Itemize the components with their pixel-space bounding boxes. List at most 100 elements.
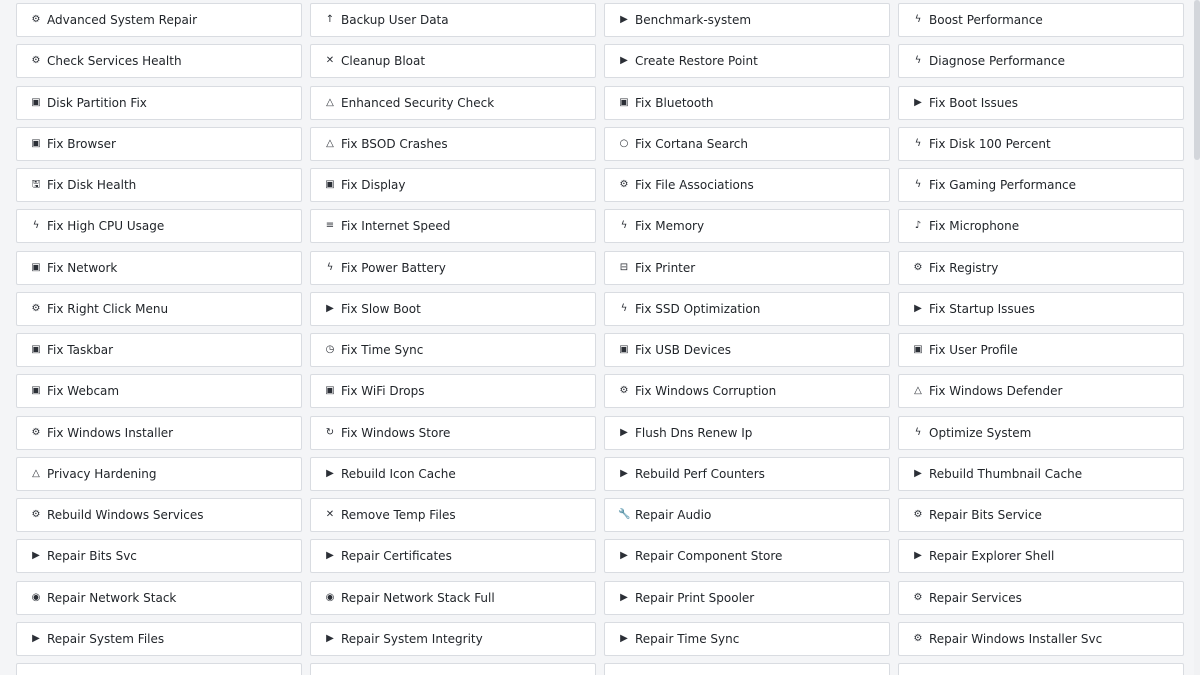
tool-button[interactable]: ▶ Repair Certificates (310, 539, 596, 574)
window-icon: ▣ (31, 137, 41, 149)
tool-button[interactable]: ▶ Repair Component Store (604, 539, 890, 574)
lightning-icon: ϟ (32, 220, 40, 232)
gear-icon: ⚙ (31, 509, 41, 520)
tool-button[interactable]: ϟ Optimize System (898, 415, 1184, 450)
gear-icon: ⚙ (31, 14, 41, 25)
window-icon: ▣ (619, 96, 629, 108)
tool-button[interactable]: ▶ Rebuild Icon Cache (310, 456, 596, 491)
tool-button[interactable]: ⚙ Fix Registry (898, 250, 1184, 285)
tool-button[interactable]: ◉ Repair Network Stack (16, 580, 302, 615)
tool-button[interactable]: ⚙ Repair Services (898, 580, 1184, 615)
tool-button[interactable]: ▶ Repair Time Sync (604, 621, 890, 656)
tool-button-label: Backup User Data (341, 13, 449, 27)
tool-button[interactable]: ▣ Fix Taskbar (16, 333, 302, 367)
tool-button-label: Fix WiFi Drops (341, 384, 425, 399)
tool-button-label: Repair Services (929, 590, 1022, 605)
tool-button[interactable]: ▣ Fix Webcam (16, 374, 302, 409)
tool-button-label: Repair Component Store (635, 549, 783, 564)
tool-button[interactable]: ▣ Fix Bluetooth (604, 85, 890, 120)
wrench-icon: 🔧 (618, 509, 631, 520)
tool-button[interactable]: ϟ Diagnose Performance (898, 44, 1184, 79)
tool-button[interactable] (604, 663, 890, 675)
tool-button[interactable]: ▶ Rebuild Thumbnail Cache (898, 456, 1184, 491)
lightning-icon: ϟ (620, 220, 628, 232)
tool-button[interactable]: ▣ Fix Display (310, 168, 596, 202)
tool-button[interactable]: ϟ Fix High CPU Usage (16, 209, 302, 244)
tool-button-label: Fix Printer (635, 260, 696, 275)
tool-button[interactable]: 🖫 Fix Disk Health (16, 168, 302, 202)
tool-button[interactable]: ▶ Fix Boot Issues (898, 85, 1184, 120)
tool-button[interactable]: ◷ Fix Time Sync (310, 333, 596, 367)
lightning-icon: ϟ (620, 302, 628, 314)
tool-button[interactable]: ϟ Fix Disk 100 Percent (898, 126, 1184, 161)
tool-button-label: Repair Bits Service (929, 508, 1042, 522)
tool-button[interactable]: ϟ Fix Memory (604, 209, 890, 244)
tool-button-label: Repair Time Sync (635, 631, 740, 646)
tool-button[interactable]: ▶ Flush Dns Renew Ip (604, 415, 890, 450)
tool-button[interactable]: ⊟ Fix Printer (604, 250, 890, 285)
tool-button-label: Create Restore Point (635, 54, 758, 69)
tool-button[interactable]: △ Privacy Hardening (16, 456, 302, 491)
tool-button[interactable]: ▶ Benchmark-system (604, 3, 890, 37)
tool-button[interactable]: ⚙ Advanced System Repair (16, 3, 302, 37)
window-icon: ▣ (913, 344, 923, 355)
tool-button[interactable]: ♪ Fix Microphone (898, 209, 1184, 244)
tool-button[interactable]: ▶ Create Restore Point (604, 44, 890, 79)
tool-button[interactable]: ⚙ Fix Windows Corruption (604, 374, 890, 409)
scrollbar-thumb[interactable] (1194, 0, 1200, 160)
tool-button[interactable]: ⚙ Fix Windows Installer (16, 415, 302, 450)
tool-button[interactable]: ▶ Fix Slow Boot (310, 291, 596, 326)
tool-button[interactable]: ▶ Rebuild Perf Counters (604, 456, 890, 491)
tool-button-label: Fix Network (47, 260, 118, 275)
tool-button-label: Optimize System (929, 425, 1032, 440)
tool-button[interactable]: △ Fix Windows Defender (898, 374, 1184, 409)
tool-button[interactable]: ↑ Backup User Data (310, 3, 596, 37)
tool-button[interactable]: ▣ Fix Browser (16, 126, 302, 161)
tool-button[interactable]: ⚙ Rebuild Windows Services (16, 498, 302, 532)
lightning-icon: ϟ (914, 55, 922, 67)
tool-button[interactable]: ▶ Fix Startup Issues (898, 291, 1184, 326)
tool-button[interactable]: △ Fix BSOD Crashes (310, 126, 596, 161)
play-icon: ▶ (620, 14, 628, 25)
tool-button[interactable]: ϟ Fix Power Battery (310, 250, 596, 285)
tool-button-label: Fix Windows Corruption (635, 384, 777, 399)
tool-button[interactable]: ▣ Fix User Profile (898, 333, 1184, 367)
tool-button[interactable] (16, 663, 302, 675)
tool-grid-scroll-view[interactable]: ⚙ Advanced System Repair ↑ Backup User Data… (0, 0, 1200, 675)
tool-button[interactable]: ▶ Repair Explorer Shell (898, 539, 1184, 574)
tool-button[interactable]: ✕ Cleanup Bloat (310, 44, 596, 79)
play-icon: ▶ (326, 632, 334, 644)
play-icon: ▶ (620, 632, 628, 644)
play-icon: ▶ (326, 550, 334, 562)
tool-button[interactable]: ✕ Remove Temp Files (310, 498, 596, 532)
tool-button-label: Fix Taskbar (47, 343, 114, 357)
warning-triangle-icon: △ (32, 467, 40, 479)
tool-button[interactable] (898, 663, 1184, 675)
tool-button[interactable]: 🔧 Repair Audio (604, 498, 890, 532)
tool-button[interactable]: ▶ Repair Print Spooler (604, 580, 890, 615)
tool-button[interactable]: ▣ Fix USB Devices (604, 333, 890, 367)
tool-button[interactable]: ▶ Repair System Integrity (310, 621, 596, 656)
tool-button[interactable]: ▶ Repair System Files (16, 621, 302, 656)
tool-button[interactable]: ○ Fix Cortana Search (604, 126, 890, 161)
tool-button[interactable]: ▣ Fix Network (16, 250, 302, 285)
tool-button[interactable]: ϟ Fix Gaming Performance (898, 168, 1184, 202)
tool-button[interactable] (310, 663, 596, 675)
tool-button[interactable]: △ Enhanced Security Check (310, 85, 596, 120)
play-icon: ▶ (326, 302, 334, 314)
tool-button[interactable]: ϟ Boost Performance (898, 3, 1184, 37)
tool-button[interactable]: ⚙ Repair Bits Service (898, 498, 1184, 532)
tool-button[interactable]: ▶ Repair Bits Svc (16, 539, 302, 574)
tool-button[interactable]: ◉ Repair Network Stack Full (310, 580, 596, 615)
warning-triangle-icon: △ (326, 137, 334, 149)
tool-button[interactable]: ⚙ Repair Windows Installer Svc (898, 621, 1184, 656)
tool-button[interactable]: ⚙ Fix File Associations (604, 168, 890, 202)
vertical-scrollbar[interactable] (1194, 0, 1200, 675)
tool-button[interactable]: ⚙ Fix Right Click Menu (16, 291, 302, 326)
tool-button[interactable]: ↻ Fix Windows Store (310, 415, 596, 450)
tool-button[interactable]: ▣ Fix WiFi Drops (310, 374, 596, 409)
tool-button[interactable]: ≡ Fix Internet Speed (310, 209, 596, 244)
tool-button[interactable]: ▣ Disk Partition Fix (16, 85, 302, 120)
tool-button[interactable]: ϟ Fix SSD Optimization (604, 291, 890, 326)
tool-button[interactable]: ⚙ Check Services Health (16, 44, 302, 79)
